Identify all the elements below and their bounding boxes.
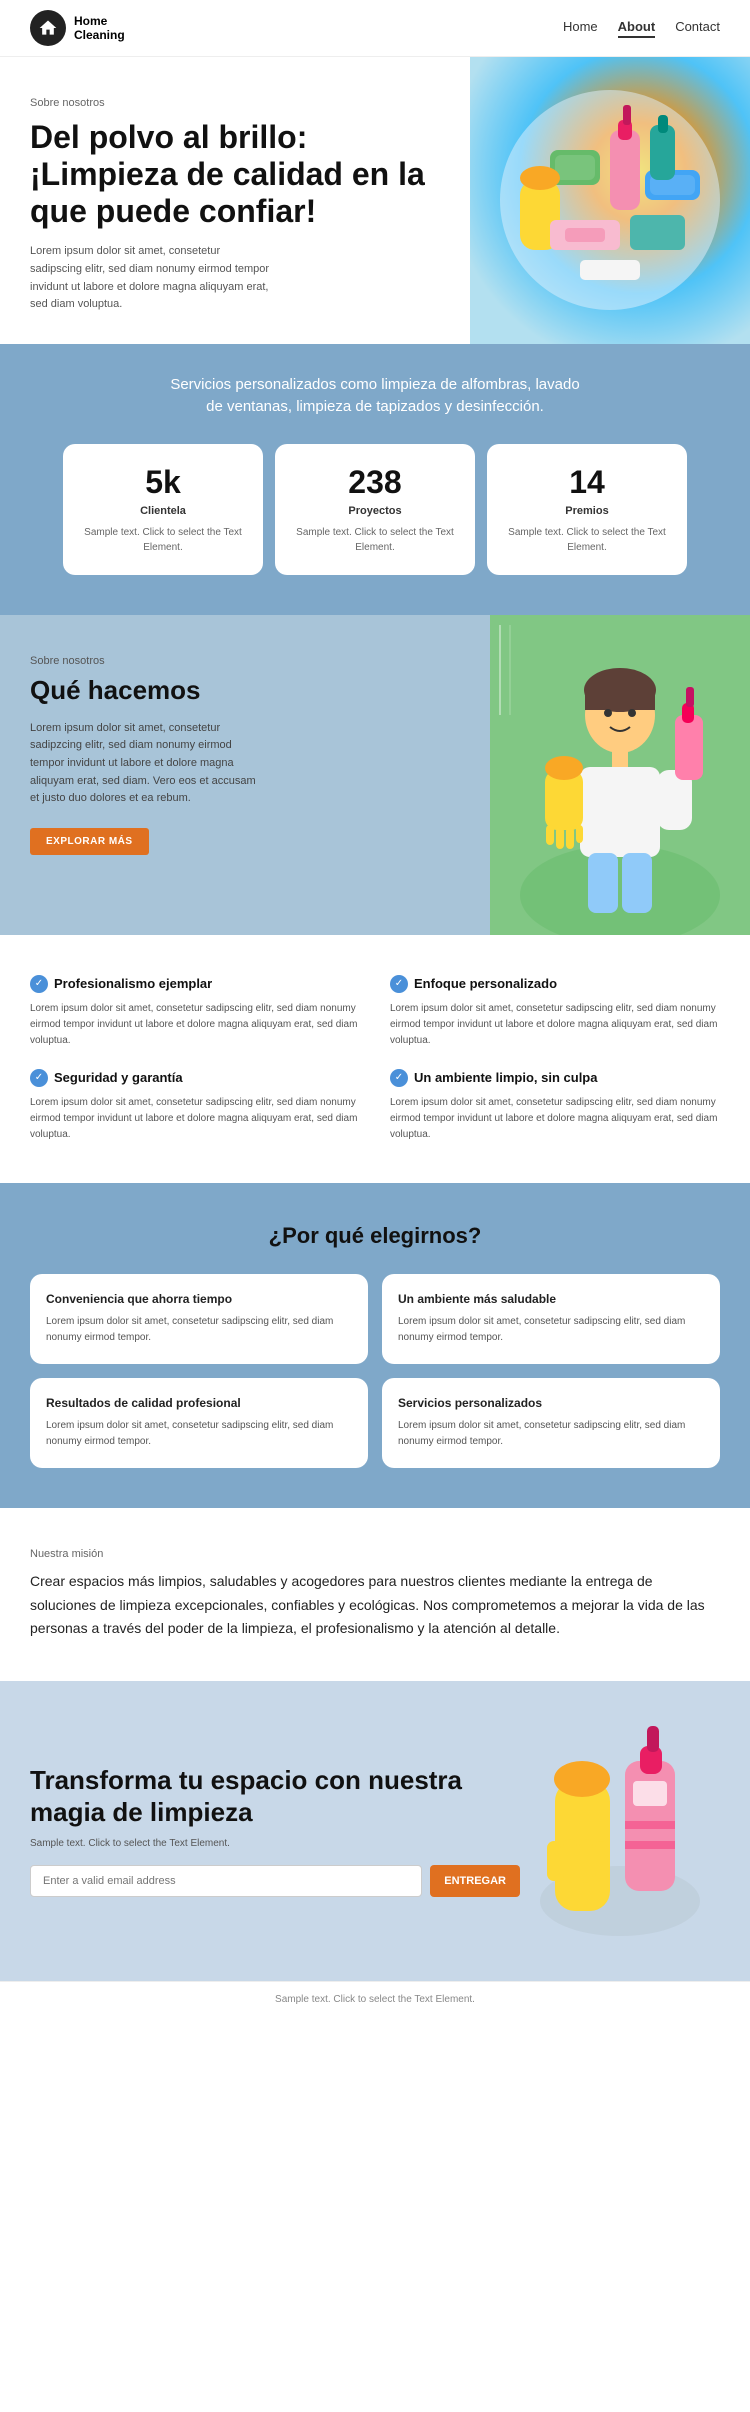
- why-card-body-3: Lorem ipsum dolor sit amet, consetetur s…: [398, 1418, 704, 1450]
- why-card-title-0: Conveniencia que ahorra tiempo: [46, 1292, 352, 1306]
- feature-item-0: ✓ Profesionalismo ejemplar Lorem ipsum d…: [30, 975, 360, 1049]
- features-grid: ✓ Profesionalismo ejemplar Lorem ipsum d…: [30, 975, 720, 1143]
- mission-body: Crear espacios más limpios, saludables y…: [30, 1570, 720, 1641]
- what-content: Sobre nosotros Qué hacemos Lorem ipsum d…: [0, 615, 490, 935]
- worker-illustration: [490, 615, 750, 935]
- cta-title: Transforma tu espacio con nuestra magia …: [30, 1765, 520, 1827]
- what-section: Sobre nosotros Qué hacemos Lorem ipsum d…: [0, 615, 750, 935]
- why-card-0: Conveniencia que ahorra tiempo Lorem ips…: [30, 1274, 368, 1364]
- cta-desc: Sample text. Click to select the Text El…: [30, 1838, 520, 1849]
- cta-form: ENTREGAR: [30, 1865, 520, 1897]
- feature-title-row-0: ✓ Profesionalismo ejemplar: [30, 975, 360, 993]
- hero-label: Sobre nosotros: [30, 97, 440, 109]
- nav-links: Home About Contact: [563, 19, 720, 38]
- explore-button[interactable]: EXPLORAR MÁS: [30, 828, 149, 855]
- feature-title-2: Seguridad y garantía: [54, 1070, 183, 1085]
- hero-image: [470, 57, 750, 344]
- feature-icon-3: ✓: [390, 1069, 408, 1087]
- feature-title-3: Un ambiente limpio, sin culpa: [414, 1070, 597, 1085]
- hero-section: Sobre nosotros Del polvo al brillo: ¡Lim…: [0, 57, 750, 344]
- why-card-1: Un ambiente más saludable Lorem ipsum do…: [382, 1274, 720, 1364]
- why-card-3: Servicios personalizados Lorem ipsum dol…: [382, 1378, 720, 1468]
- feature-title-1: Enfoque personalizado: [414, 976, 557, 991]
- what-image-inner: [490, 615, 750, 935]
- feature-title-row-1: ✓ Enfoque personalizado: [390, 975, 720, 993]
- cta-email-input[interactable]: [30, 1865, 422, 1897]
- feature-item-2: ✓ Seguridad y garantía Lorem ipsum dolor…: [30, 1069, 360, 1143]
- features-section: ✓ Profesionalismo ejemplar Lorem ipsum d…: [0, 935, 750, 1183]
- feature-body-2: Lorem ipsum dolor sit amet, consetetur s…: [30, 1095, 360, 1143]
- why-card-body-1: Lorem ipsum dolor sit amet, consetetur s…: [398, 1314, 704, 1346]
- feature-item-3: ✓ Un ambiente limpio, sin culpa Lorem ip…: [390, 1069, 720, 1143]
- stat-number-proyectos: 238: [291, 464, 459, 501]
- stat-number-premios: 14: [503, 464, 671, 501]
- feature-icon-1: ✓: [390, 975, 408, 993]
- stat-label-premios: Premios: [503, 505, 671, 517]
- feature-icon-0: ✓: [30, 975, 48, 993]
- why-card-2: Resultados de calidad profesional Lorem …: [30, 1378, 368, 1468]
- what-image: [490, 615, 750, 935]
- why-card-body-2: Lorem ipsum dolor sit amet, consetetur s…: [46, 1418, 352, 1450]
- stat-number-clientela: 5k: [79, 464, 247, 501]
- feature-title-row-2: ✓ Seguridad y garantía: [30, 1069, 360, 1087]
- logo: Home Cleaning: [30, 10, 125, 46]
- feature-title-0: Profesionalismo ejemplar: [54, 976, 212, 991]
- nav-contact[interactable]: Contact: [675, 19, 720, 38]
- stat-desc-proyectos: Sample text. Click to select the Text El…: [291, 525, 459, 555]
- feature-body-3: Lorem ipsum dolor sit amet, consetetur s…: [390, 1095, 720, 1143]
- hero-body: Lorem ipsum dolor sit amet, consetetur s…: [30, 243, 270, 313]
- stat-label-clientela: Clientela: [79, 505, 247, 517]
- blue-section-text: Servicios personalizados como limpieza d…: [165, 374, 585, 419]
- home-icon: [38, 18, 58, 38]
- why-card-title-3: Servicios personalizados: [398, 1396, 704, 1410]
- cta-image: [520, 1721, 720, 1941]
- cta-submit-button[interactable]: ENTREGAR: [430, 1865, 520, 1897]
- stat-desc-clientela: Sample text. Click to select the Text El…: [79, 525, 247, 555]
- cta-content: Transforma tu espacio con nuestra magia …: [30, 1765, 520, 1896]
- hero-image-inner: [470, 57, 750, 344]
- mission-label: Nuestra misión: [30, 1548, 720, 1560]
- feature-body-1: Lorem ipsum dolor sit amet, consetetur s…: [390, 1001, 720, 1049]
- why-card-body-0: Lorem ipsum dolor sit amet, consetetur s…: [46, 1314, 352, 1346]
- mission-section: Nuestra misión Crear espacios más limpio…: [0, 1508, 750, 1681]
- stat-card-premios: 14 Premios Sample text. Click to select …: [487, 444, 687, 575]
- why-card-title-2: Resultados de calidad profesional: [46, 1396, 352, 1410]
- logo-icon: [30, 10, 66, 46]
- cleaning-supplies-illustration: [490, 70, 730, 330]
- what-label: Sobre nosotros: [30, 655, 460, 667]
- footer: Sample text. Click to select the Text El…: [0, 1981, 750, 2017]
- why-grid: Conveniencia que ahorra tiempo Lorem ips…: [30, 1274, 720, 1468]
- why-section: ¿Por qué elegirnos? Conveniencia que aho…: [0, 1183, 750, 1508]
- stat-card-proyectos: 238 Proyectos Sample text. Click to sele…: [275, 444, 475, 575]
- feature-item-1: ✓ Enfoque personalizado Lorem ipsum dolo…: [390, 975, 720, 1049]
- why-title: ¿Por qué elegirnos?: [30, 1223, 720, 1249]
- what-title: Qué hacemos: [30, 675, 460, 706]
- feature-icon-2: ✓: [30, 1069, 48, 1087]
- why-card-title-1: Un ambiente más saludable: [398, 1292, 704, 1306]
- what-body: Lorem ipsum dolor sit amet, consetetur s…: [30, 720, 260, 808]
- stats-grid: 5k Clientela Sample text. Click to selec…: [30, 444, 720, 575]
- blue-section: Servicios personalizados como limpieza d…: [0, 344, 750, 615]
- hero-content: Sobre nosotros Del polvo al brillo: ¡Lim…: [0, 57, 470, 344]
- feature-body-0: Lorem ipsum dolor sit amet, consetetur s…: [30, 1001, 360, 1049]
- stat-card-clientela: 5k Clientela Sample text. Click to selec…: [63, 444, 263, 575]
- stat-label-proyectos: Proyectos: [291, 505, 459, 517]
- logo-text: Home Cleaning: [74, 14, 125, 43]
- feature-title-row-3: ✓ Un ambiente limpio, sin culpa: [390, 1069, 720, 1087]
- cta-illustration: [525, 1721, 715, 1941]
- hero-title: Del polvo al brillo: ¡Limpieza de calida…: [30, 119, 440, 229]
- navbar: Home Cleaning Home About Contact: [0, 0, 750, 57]
- stat-desc-premios: Sample text. Click to select the Text El…: [503, 525, 671, 555]
- footer-text: Sample text. Click to select the Text El…: [30, 1994, 720, 2005]
- nav-about[interactable]: About: [618, 19, 656, 38]
- cta-section: Transforma tu espacio con nuestra magia …: [0, 1681, 750, 1981]
- nav-home[interactable]: Home: [563, 19, 598, 38]
